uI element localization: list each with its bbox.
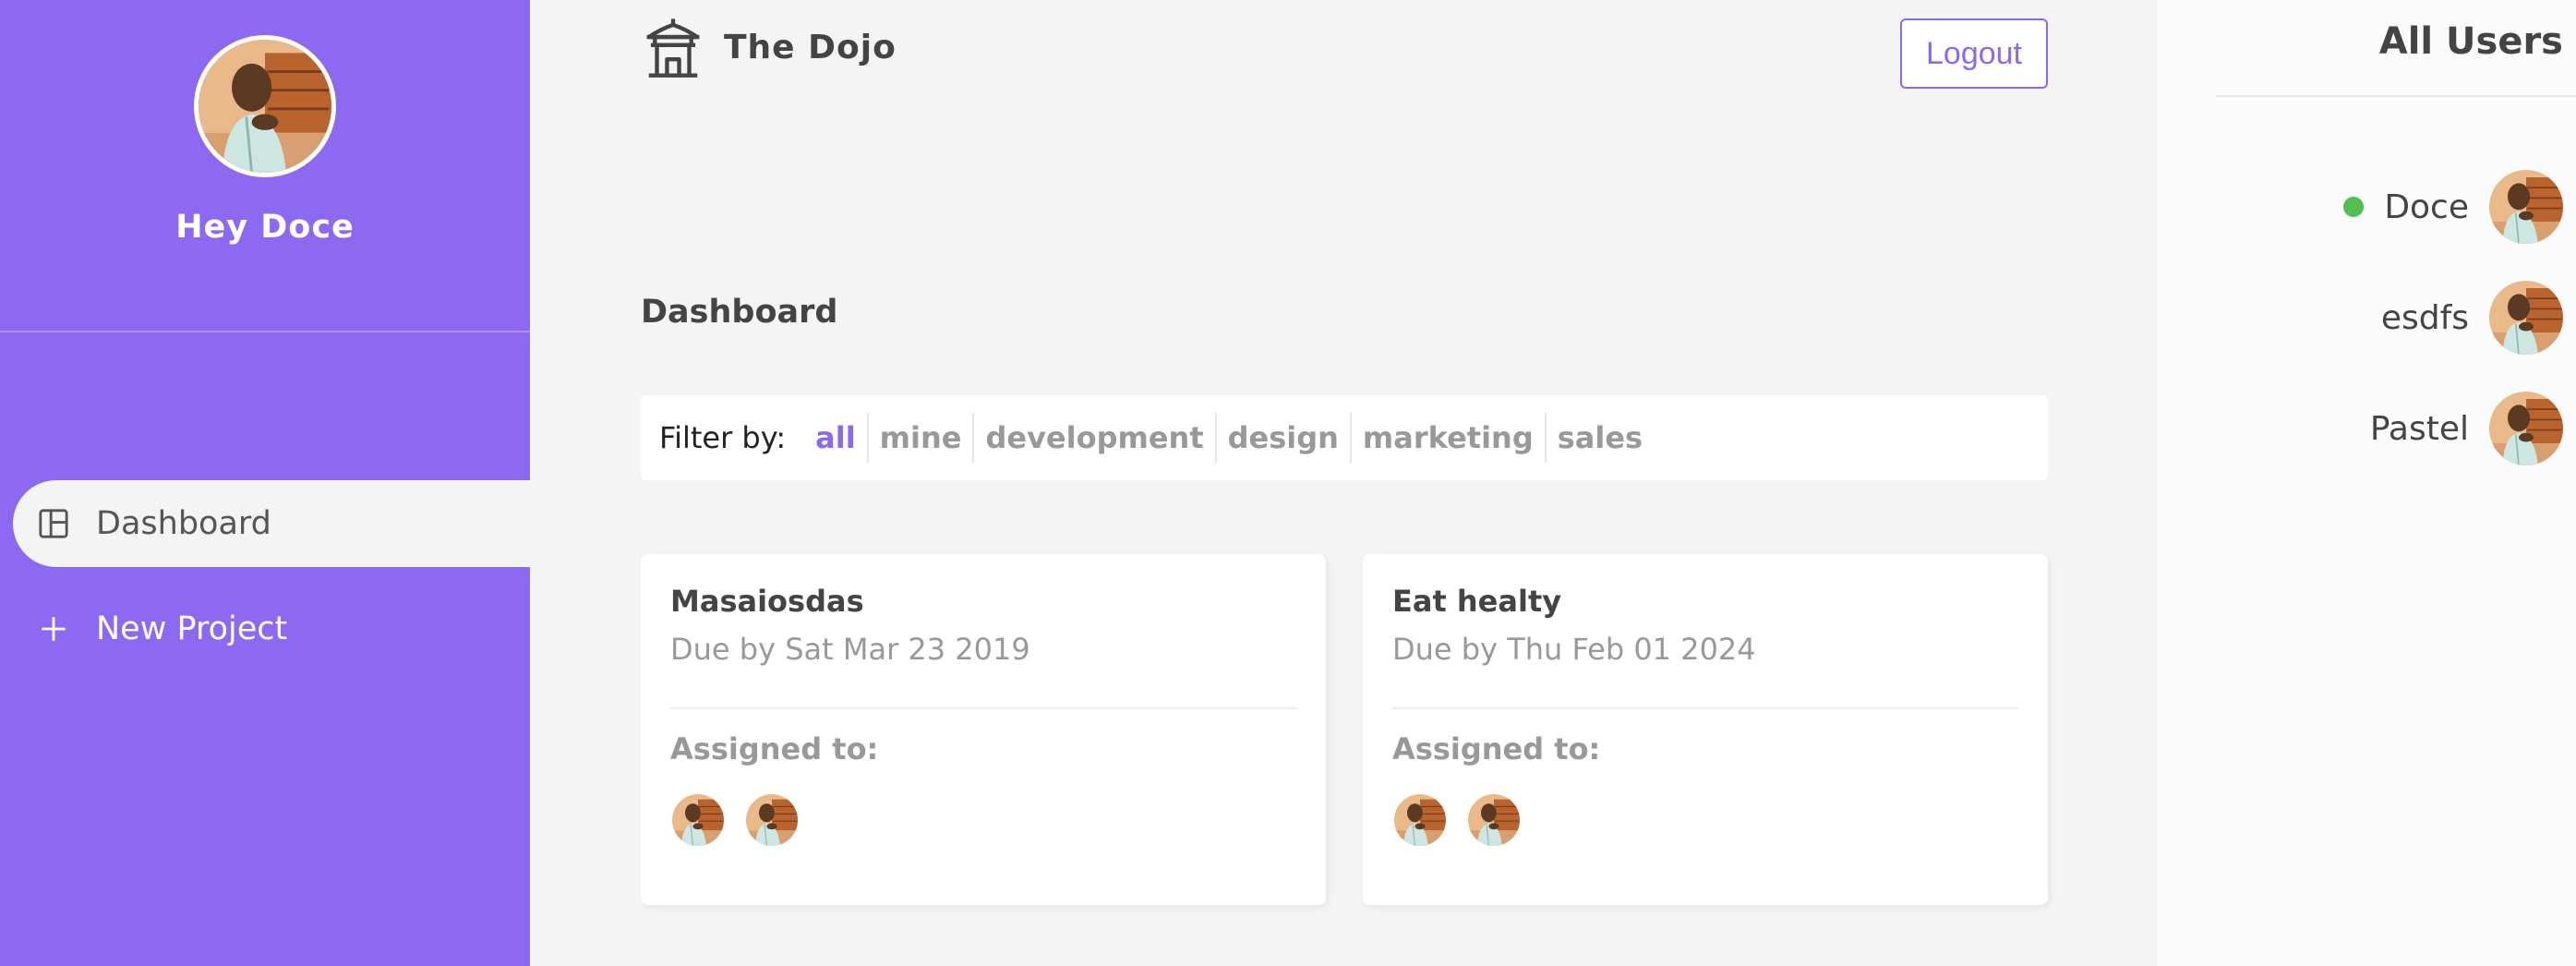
- filter-option-mine[interactable]: mine: [869, 413, 975, 463]
- filter-option-sales[interactable]: sales: [1547, 413, 1654, 463]
- filter-option-design[interactable]: design: [1217, 413, 1352, 463]
- avatar: [2489, 281, 2563, 355]
- project-title: Eat healty: [1392, 584, 1562, 619]
- sidebar-user-section: Hey Doce: [0, 0, 530, 332]
- dashboard-icon: [37, 507, 70, 540]
- avatar: [2489, 170, 2563, 244]
- avatar: [744, 792, 800, 848]
- brand-name: The Dojo: [724, 28, 897, 66]
- brand-logo[interactable]: The Dojo: [641, 15, 897, 79]
- filter-option-development[interactable]: development: [974, 413, 1217, 463]
- project-due-date: Due by Thu Feb 01 2024: [1392, 632, 2018, 709]
- user-list-title: All Users: [2378, 20, 2563, 63]
- avatar: [1392, 792, 1448, 848]
- online-status-dot: [2343, 197, 2365, 217]
- filter-option-marketing[interactable]: marketing: [1352, 413, 1547, 463]
- divider: [2216, 95, 2576, 97]
- user-list-panel: All Users Doce esdfs Pastel: [2157, 0, 2576, 966]
- project-filter: Filter by: all mine development design m…: [641, 395, 2048, 480]
- assigned-users: [670, 792, 1296, 848]
- avatar: [2489, 392, 2563, 465]
- project-due-date: Due by Sat Mar 23 2019: [670, 632, 1296, 709]
- avatar: [670, 792, 726, 848]
- sidebar-item-dashboard[interactable]: Dashboard: [13, 480, 530, 567]
- sidebar-item-new-project[interactable]: New Project: [13, 586, 530, 672]
- page-title: Dashboard: [641, 294, 838, 331]
- user-name: esdfs: [2380, 298, 2469, 337]
- sidebar-item-label: New Project: [96, 610, 288, 647]
- project-list: Masaiosdas Due by Sat Mar 23 2019 Assign…: [641, 554, 2048, 905]
- assigned-label: Assigned to:: [1392, 731, 1601, 767]
- temple-icon: [641, 15, 705, 79]
- user-list-item: Pastel: [2370, 392, 2563, 465]
- filter-label: Filter by:: [659, 420, 787, 455]
- assigned-users: [1392, 792, 2018, 848]
- sidebar-nav: Dashboard New Project: [0, 480, 530, 672]
- navbar: The Dojo Logout: [641, 0, 2048, 106]
- project-title: Masaiosdas: [670, 584, 864, 619]
- user-greeting: Hey Doce: [175, 209, 355, 246]
- project-card[interactable]: Eat healty Due by Thu Feb 01 2024 Assign…: [1363, 554, 2048, 905]
- project-card[interactable]: Masaiosdas Due by Sat Mar 23 2019 Assign…: [641, 554, 1326, 905]
- user-list-item: Doce: [2343, 170, 2563, 244]
- filter-option-all[interactable]: all: [804, 413, 869, 463]
- sidebar: Hey Doce Dashboard New Project: [0, 0, 530, 966]
- assigned-label: Assigned to:: [670, 731, 879, 767]
- sidebar-item-label: Dashboard: [96, 505, 271, 542]
- user-list-item: esdfs: [2381, 281, 2563, 355]
- user-name: Doce: [2384, 187, 2469, 226]
- avatar: [194, 35, 336, 177]
- logout-button[interactable]: Logout: [1900, 18, 2048, 89]
- main-content: The Dojo Logout Dashboard Filter by: all…: [530, 0, 2157, 966]
- user-name: Pastel: [2369, 409, 2469, 448]
- avatar: [1466, 792, 1522, 848]
- plus-icon: [37, 612, 70, 646]
